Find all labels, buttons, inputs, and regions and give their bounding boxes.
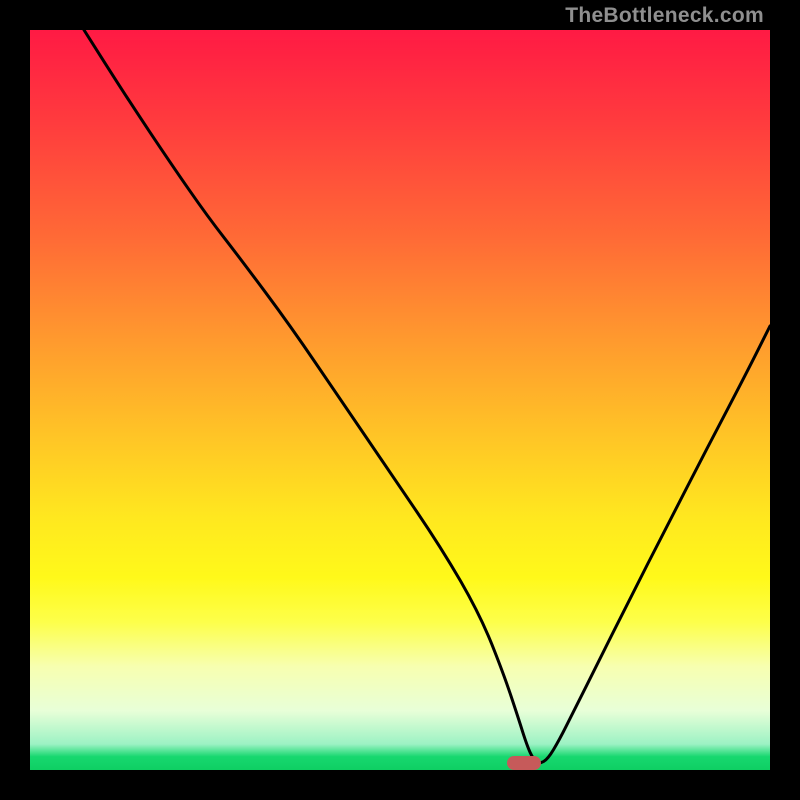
optimal-marker — [507, 756, 541, 770]
plot-area — [30, 30, 770, 770]
chart-frame: TheBottleneck.com — [0, 0, 800, 800]
bottleneck-curve — [30, 30, 770, 770]
watermark-text: TheBottleneck.com — [565, 4, 764, 28]
